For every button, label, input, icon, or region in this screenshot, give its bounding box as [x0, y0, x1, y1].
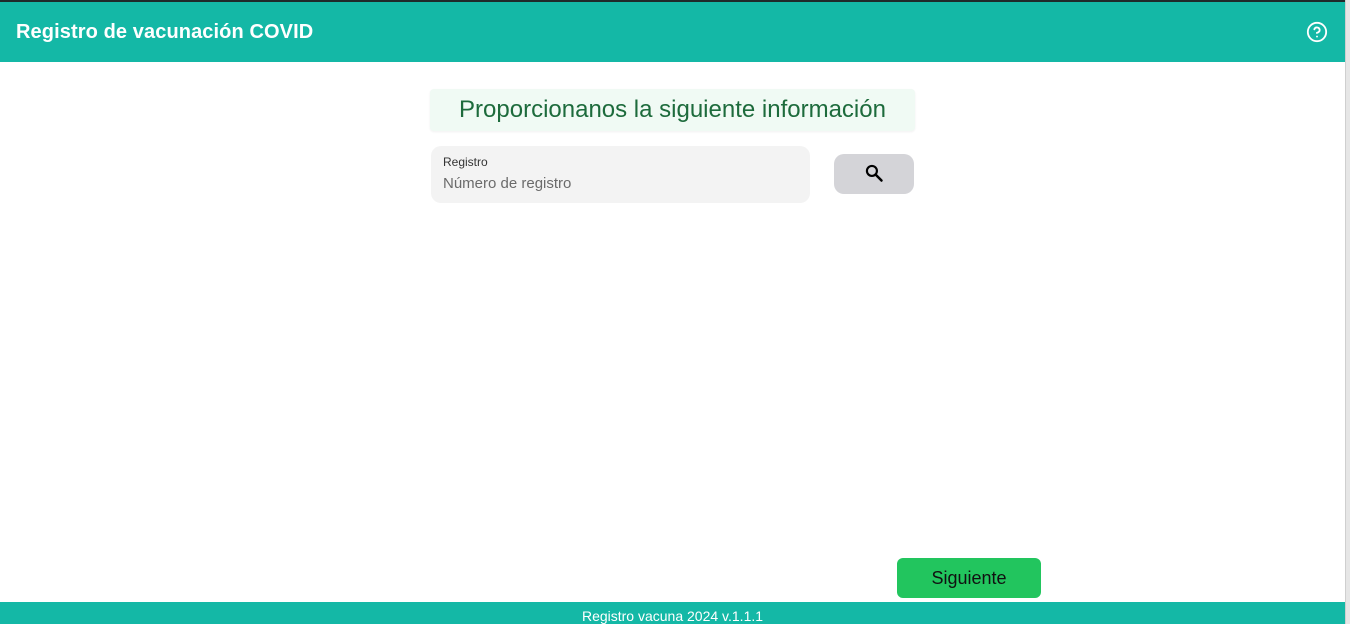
next-button[interactable]: Siguiente	[897, 558, 1041, 598]
help-circle-icon[interactable]	[1306, 21, 1328, 43]
app-title: Registro de vacunación COVID	[16, 20, 314, 43]
section-heading: Proporcionanos la siguiente información	[430, 89, 915, 131]
registro-field-label: Registro	[443, 155, 488, 169]
search-button[interactable]	[834, 154, 914, 194]
scrollbar[interactable]	[1345, 0, 1350, 624]
search-icon	[864, 163, 884, 186]
app-header: Registro de vacunación COVID	[0, 2, 1345, 62]
registro-field[interactable]: Registro	[431, 146, 810, 203]
registro-input[interactable]	[443, 173, 793, 193]
app-footer: Registro vacuna 2024 v.1.1.1	[0, 602, 1345, 624]
footer-version-text: Registro vacuna 2024 v.1.1.1	[581, 608, 764, 624]
app-window: Registro de vacunación COVID Proporciona…	[0, 0, 1350, 624]
section-heading-text: Proporcionanos la siguiente información	[459, 96, 886, 123]
